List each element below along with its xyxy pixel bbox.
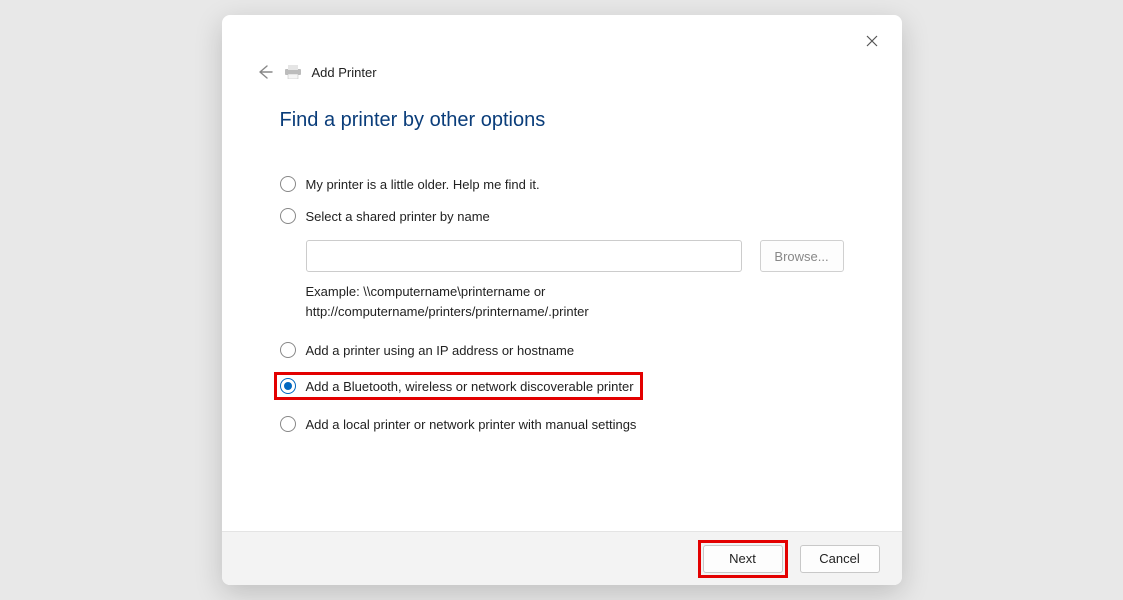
dialog-title: Add Printer bbox=[312, 65, 377, 80]
radio-icon bbox=[280, 378, 296, 394]
close-icon bbox=[866, 35, 878, 47]
radio-icon bbox=[280, 208, 296, 224]
dialog-footer: Next Cancel bbox=[222, 531, 902, 585]
radio-icon bbox=[280, 342, 296, 358]
option-label: Add a printer using an IP address or hos… bbox=[306, 343, 575, 358]
shared-printer-block: Browse... Example: \\computername\printe… bbox=[306, 240, 844, 322]
option-bluetooth[interactable]: Add a Bluetooth, wireless or network dis… bbox=[274, 372, 643, 400]
options-area: My printer is a little older. Help me fi… bbox=[222, 132, 902, 531]
option-shared-printer[interactable]: Select a shared printer by name bbox=[280, 208, 844, 224]
option-label: Add a local printer or network printer w… bbox=[306, 417, 637, 432]
example-text: Example: \\computername\printername or h… bbox=[306, 282, 736, 322]
printer-icon bbox=[284, 65, 302, 79]
cancel-button[interactable]: Cancel bbox=[800, 545, 880, 573]
dialog-header: Add Printer bbox=[222, 15, 902, 81]
browse-button[interactable]: Browse... bbox=[760, 240, 844, 272]
option-tcpip[interactable]: Add a printer using an IP address or hos… bbox=[280, 342, 844, 358]
option-older-printer[interactable]: My printer is a little older. Help me fi… bbox=[280, 176, 844, 192]
example-line-2: http://computername/printers/printername… bbox=[306, 304, 589, 319]
option-label: Select a shared printer by name bbox=[306, 209, 490, 224]
option-label: Add a Bluetooth, wireless or network dis… bbox=[306, 379, 634, 394]
option-label: My printer is a little older. Help me fi… bbox=[306, 177, 540, 192]
close-button[interactable] bbox=[860, 29, 884, 53]
next-button-highlight: Next bbox=[698, 540, 788, 578]
radio-icon bbox=[280, 176, 296, 192]
shared-input-row: Browse... bbox=[306, 240, 844, 272]
page-title: Find a printer by other options bbox=[222, 81, 902, 132]
shared-name-input[interactable] bbox=[306, 240, 742, 272]
example-line-1: Example: \\computername\printername or bbox=[306, 284, 546, 299]
back-arrow-icon bbox=[257, 64, 273, 80]
next-button[interactable]: Next bbox=[703, 545, 783, 573]
radio-icon bbox=[280, 416, 296, 432]
option-manual[interactable]: Add a local printer or network printer w… bbox=[280, 416, 844, 432]
add-printer-dialog: Add Printer Find a printer by other opti… bbox=[222, 15, 902, 585]
back-button[interactable] bbox=[256, 63, 274, 81]
